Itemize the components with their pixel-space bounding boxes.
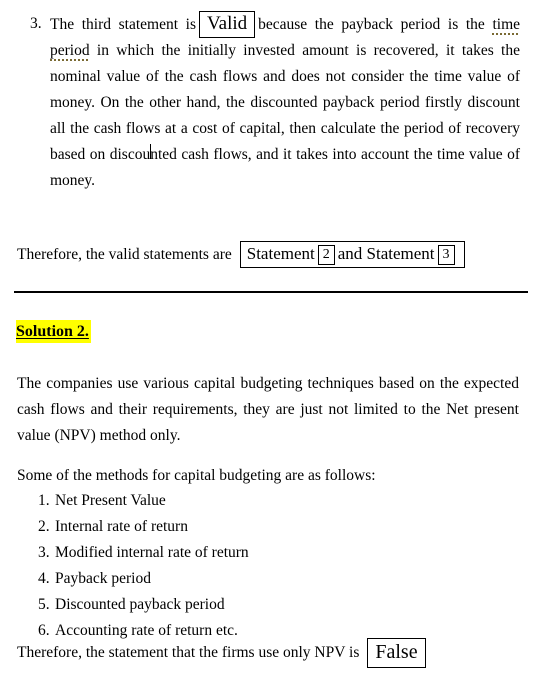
list-item-number: 1. bbox=[38, 492, 50, 509]
conclusion-npv-statement: Therefore, the statement that the firms … bbox=[17, 638, 429, 668]
list-item: 3. Modified internal rate of return bbox=[38, 540, 508, 566]
answer-box-valid[interactable]: Valid bbox=[199, 11, 256, 38]
solution-2-heading: Solution 2. bbox=[16, 320, 91, 343]
list-item-number: 5. bbox=[38, 596, 50, 613]
statement-label-first: Statement bbox=[246, 244, 315, 263]
section-divider bbox=[14, 291, 528, 293]
conclusion-1-lead-in: Therefore, the valid statements are bbox=[17, 245, 232, 263]
list-item-label: Internal rate of return bbox=[55, 518, 188, 535]
list-item-number: 2. bbox=[38, 518, 50, 535]
answer-box-false[interactable]: False bbox=[367, 638, 426, 668]
statement-number-first[interactable]: 2 bbox=[317, 245, 335, 265]
statement-conjunction: and Statement bbox=[337, 244, 435, 263]
list-item-marker: 3. bbox=[30, 15, 42, 32]
statement-3-body: The third statement is Valid because the p… bbox=[50, 11, 521, 194]
list-item-number: 3. bbox=[38, 544, 50, 561]
statement-number-second[interactable]: 3 bbox=[437, 245, 455, 265]
list-item-label: Net Present Value bbox=[55, 492, 166, 509]
answer-box-statements[interactable]: Statement 2 and Statement 3 bbox=[239, 241, 465, 268]
list-item: 4. Payback period bbox=[38, 566, 508, 592]
list-item-label: Discounted payback period bbox=[55, 596, 225, 613]
list-item-statement-3: 3. The third statement is Valid because th… bbox=[30, 11, 521, 194]
document-page: 3. The third statement is Valid because th… bbox=[0, 0, 538, 680]
statement-3-text-before-answer: The third statement is bbox=[50, 16, 197, 33]
statement-3-text-after-answer: because the payback period is the bbox=[258, 16, 485, 33]
list-item: 5. Discounted payback period bbox=[38, 592, 508, 618]
list-item-label: Payback period bbox=[55, 570, 151, 587]
statement-3-text-continued-a: in which the initially invested amount i… bbox=[50, 42, 520, 163]
list-item: 2. Internal rate of return bbox=[38, 514, 508, 540]
solution-2-intro-paragraph: The companies use various capital budget… bbox=[17, 375, 519, 444]
methods-list: 1. Net Present Value 2. Internal rate of… bbox=[38, 488, 508, 644]
methods-lead-in: Some of the methods for capital budgetin… bbox=[17, 467, 376, 484]
conclusion-valid-statements: Therefore, the valid statements are State… bbox=[17, 241, 465, 268]
conclusion-2-lead-in: Therefore, the statement that the firms … bbox=[17, 644, 360, 661]
list-item: 1. Net Present Value bbox=[38, 488, 508, 514]
list-item-number: 4. bbox=[38, 570, 50, 587]
list-item-label: Modified internal rate of return bbox=[55, 544, 249, 561]
